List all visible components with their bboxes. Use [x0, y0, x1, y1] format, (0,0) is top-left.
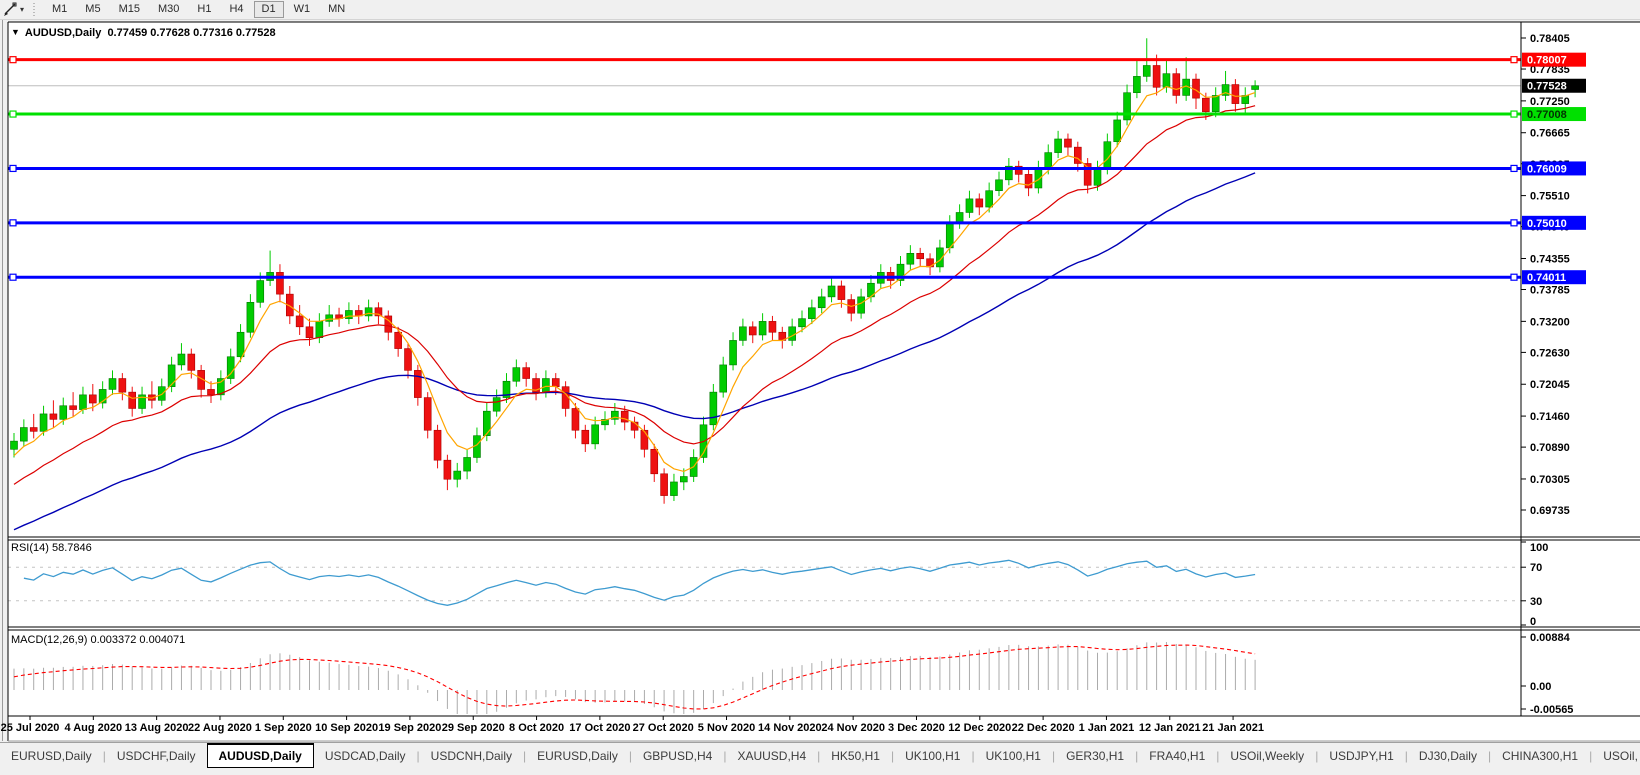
price-axis-tick: 0.72045	[1530, 379, 1570, 391]
chart-tab-usdjpy-h1[interactable]: USDJPY,H1	[1318, 743, 1404, 768]
timeframe-button-h4[interactable]: H4	[221, 1, 251, 18]
price-axis-tick: 0.69735	[1530, 505, 1570, 517]
timeframe-button-h1[interactable]: H1	[189, 1, 219, 18]
price-axis-tick: 0.73200	[1530, 316, 1570, 328]
date-axis-tick: 22 Dec 2020	[1012, 722, 1075, 734]
chart-window: 0.784050.778350.772500.766650.760950.755…	[0, 0, 1640, 775]
timeframe-button-mn[interactable]: MN	[320, 1, 353, 18]
price-axis-tick: 0.73785	[1530, 285, 1570, 297]
chart-tab-uk100-h1[interactable]: UK100,H1	[894, 743, 971, 768]
chart-tab-ger30-h1[interactable]: GER30,H1	[1055, 743, 1135, 768]
timeframe-button-m1[interactable]: M1	[44, 1, 75, 18]
chart-tab-usoil-[interactable]: USOil,	[1592, 743, 1640, 768]
rsi-axis-tick: 0	[1530, 616, 1536, 628]
chart-tab-dj30-daily[interactable]: DJ30,Daily	[1408, 743, 1488, 768]
price-axis-tick: 0.71460	[1530, 411, 1570, 423]
level-price-label: 0.77528	[1527, 81, 1567, 93]
date-axis-tick: 27 Oct 2020	[633, 722, 694, 734]
timeframe-button-d1[interactable]: D1	[254, 1, 284, 18]
chart-tab-fra40-h1[interactable]: FRA40,H1	[1138, 743, 1216, 768]
date-axis-tick: 3 Dec 2020	[888, 722, 945, 734]
date-axis-tick: 4 Aug 2020	[64, 722, 122, 734]
date-axis-tick: 13 Aug 2020	[125, 722, 189, 734]
date-axis-tick: 8 Oct 2020	[509, 722, 564, 734]
rsi-axis-tick: 100	[1530, 542, 1548, 554]
chart-tab-china300-h1[interactable]: CHINA300,H1	[1491, 743, 1589, 768]
timeframe-buttons: M1M5M15M30H1H4D1W1MN	[43, 1, 354, 18]
chart-title-text: AUDUSD,Daily 0.77459 0.77628 0.77316 0.7…	[25, 27, 276, 39]
timeframe-button-m30[interactable]: M30	[150, 1, 187, 18]
date-axis-tick: 19 Sep 2020	[378, 722, 441, 734]
chart-tab-usdcad-daily[interactable]: USDCAD,Daily	[314, 743, 417, 768]
rsi-axis-tick: 70	[1530, 562, 1542, 574]
price-axis-tick: 0.77250	[1530, 96, 1570, 108]
date-axis-tick: 10 Sep 2020	[315, 722, 378, 734]
toolbar-grip	[32, 3, 37, 16]
date-axis-tick: 29 Sep 2020	[442, 722, 505, 734]
level-price-label: 0.75010	[1527, 218, 1567, 230]
macd-axis-tick: -0.00565	[1530, 704, 1573, 716]
date-axis-tick: 21 Jan 2021	[1202, 722, 1264, 734]
chart-tab-uk100-h1[interactable]: UK100,H1	[975, 743, 1052, 768]
macd-axis-tick: 0.00	[1530, 681, 1551, 693]
chart-canvas[interactable]: 0.784050.778350.772500.766650.760950.755…	[0, 0, 1640, 775]
rsi-axis-tick: 30	[1530, 596, 1542, 608]
timeframe-toolbar: ▾ M1M5M15M30H1H4D1W1MN	[0, 0, 1640, 20]
date-axis-tick: 14 Nov 2020	[758, 722, 822, 734]
status-bar	[0, 767, 1640, 775]
chart-tab-gbpusd-h4[interactable]: GBPUSD,H4	[632, 743, 723, 768]
date-axis-tick: 12 Dec 2020	[948, 722, 1011, 734]
macd-axis-tick: 0.00884	[1530, 632, 1571, 644]
date-axis-tick: 17 Oct 2020	[569, 722, 630, 734]
chart-tool-button[interactable]: ▾	[0, 1, 28, 18]
chart-tab-usdcnh-daily[interactable]: USDCNH,Daily	[420, 743, 523, 768]
price-axis-tick: 0.74355	[1530, 253, 1570, 265]
price-axis-tick: 0.78405	[1530, 33, 1570, 45]
date-axis-tick: 1 Jan 2021	[1079, 722, 1135, 734]
crosshair-tool-icon	[3, 2, 18, 17]
price-axis-tick: 0.75510	[1530, 191, 1570, 203]
level-price-label: 0.74011	[1527, 272, 1566, 284]
price-axis-tick: 0.70890	[1530, 442, 1570, 454]
collapse-triangle-icon[interactable]: ▼	[11, 27, 20, 37]
date-axis-tick: 25 Jul 2020	[1, 722, 60, 734]
chart-tab-hk50-h1[interactable]: HK50,H1	[820, 743, 891, 768]
date-axis-tick: 22 Aug 2020	[188, 722, 252, 734]
date-axis-tick: 1 Sep 2020	[255, 722, 312, 734]
macd-indicator-label: MACD(12,26,9) 0.003372 0.004071	[11, 634, 185, 646]
chart-title: ▼ AUDUSD,Daily 0.77459 0.77628 0.77316 0.…	[11, 27, 276, 39]
price-axis-tick: 0.76665	[1530, 128, 1570, 140]
chart-tab-usdchf-daily[interactable]: USDCHF,Daily	[106, 743, 207, 768]
level-price-label: 0.78007	[1527, 55, 1567, 67]
date-axis-tick: 24 Nov 2020	[821, 722, 885, 734]
price-axis-tick: 0.70305	[1530, 474, 1570, 486]
rsi-indicator-label: RSI(14) 58.7846	[11, 542, 92, 554]
price-axis-tick: 0.72630	[1530, 347, 1570, 359]
chart-tab-xauusd-h4[interactable]: XAUUSD,H4	[726, 743, 817, 768]
chart-tab-eurusd-daily[interactable]: EURUSD,Daily	[526, 743, 629, 768]
timeframe-button-m5[interactable]: M5	[77, 1, 108, 18]
timeframe-button-m15[interactable]: M15	[111, 1, 148, 18]
level-price-label: 0.76009	[1527, 163, 1567, 175]
trading-terminal-window: ▾ M1M5M15M30H1H4D1W1MN 0.784050.778350.7…	[0, 0, 1640, 775]
chevron-down-icon: ▾	[20, 5, 24, 14]
chart-tab-usoil-weekly[interactable]: USOil,Weekly	[1219, 743, 1315, 768]
chart-tab-bar: EURUSD,Daily|USDCHF,DailyAUDUSD,DailyUSD…	[0, 742, 1640, 768]
date-axis-tick: 5 Nov 2020	[698, 722, 755, 734]
level-price-label: 0.77008	[1527, 109, 1567, 121]
timeframe-button-w1[interactable]: W1	[286, 1, 319, 18]
chart-tab-eurusd-daily[interactable]: EURUSD,Daily	[0, 743, 103, 768]
date-axis-tick: 12 Jan 2021	[1139, 722, 1201, 734]
chart-tab-audusd-daily[interactable]: AUDUSD,Daily	[207, 743, 314, 768]
